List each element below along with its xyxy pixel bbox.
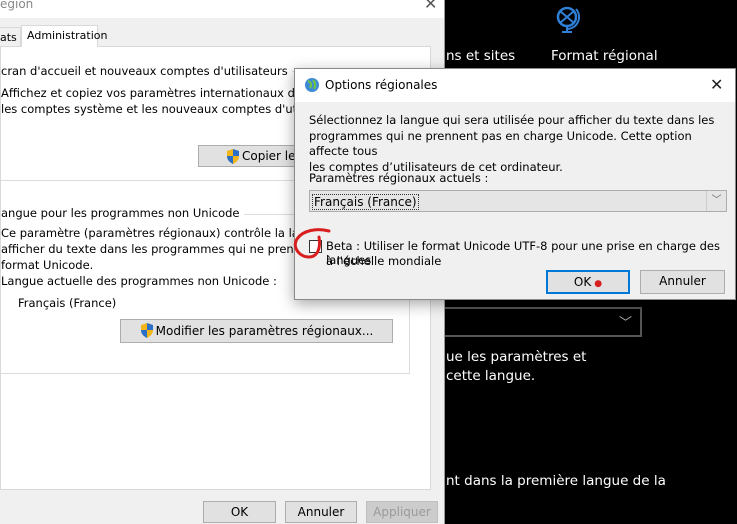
tab-formats[interactable]: ats xyxy=(0,27,21,48)
window-title: égion xyxy=(0,0,34,11)
ok-button[interactable]: OK xyxy=(203,501,276,523)
button-label: Copier les xyxy=(242,149,302,163)
title-bar: égion ✕ xyxy=(0,0,444,18)
utf8-beta-label[interactable]: à l'échelle mondiale xyxy=(326,254,441,268)
desc-text: format Unicode. xyxy=(1,258,94,272)
desc-text: Affichez et copiez vos paramètres intern… xyxy=(1,86,333,100)
current-language-label: Langue actuelle des programmes non Unico… xyxy=(1,274,277,288)
button-label: OK xyxy=(573,275,592,289)
ok-button[interactable]: OK ● xyxy=(546,270,630,294)
cancel-button[interactable]: Annuler xyxy=(285,501,357,523)
desc-text: Ce paramètre (paramètres régionaux) cont… xyxy=(1,226,328,240)
locale-value: Français (France) xyxy=(312,194,419,210)
current-language-value: Français (France) xyxy=(18,296,117,310)
locale-select[interactable]: Français (France) ﹀ xyxy=(309,190,727,212)
tab-administration[interactable]: Administration xyxy=(21,25,108,47)
group-label: angue pour les programmes non Unicode xyxy=(1,206,244,220)
red-circle-annotation xyxy=(293,228,331,259)
chevron-down-icon: ﹀ xyxy=(618,316,632,331)
chevron-down-icon[interactable]: ﹀ xyxy=(706,191,726,211)
nav-regional-format[interactable]: Format régional xyxy=(551,48,658,64)
description-line: programmes qui ne prennent pas en charge… xyxy=(309,128,692,159)
cancel-button[interactable]: Annuler xyxy=(640,270,725,294)
nav-languages-sites[interactable]: ns et sites xyxy=(446,48,515,64)
regional-options-dialog: Options régionales ✕ Sélectionnez la lan… xyxy=(293,68,736,300)
red-dot-annotation: ● xyxy=(594,279,603,289)
button-label: Modifier les paramètres régionaux... xyxy=(155,324,374,338)
locale-label: Paramètres régionaux actuels : xyxy=(309,171,489,185)
dialog-title: Options régionales xyxy=(325,78,438,92)
group-label: cran d'accueil et nouveaux comptes d'uti… xyxy=(1,64,292,78)
apply-button[interactable]: Appliquer xyxy=(366,501,438,523)
uac-shield-icon xyxy=(227,149,239,164)
description-line: Sélectionnez la langue qui sera utilisée… xyxy=(309,113,715,127)
globe-icon xyxy=(305,78,319,92)
description: Sélectionnez la langue qui sera utilisée… xyxy=(309,113,735,175)
settings-text: ue les paramètres et xyxy=(446,349,587,365)
desc-text: les comptes système et les nouveaux comp… xyxy=(1,102,332,116)
language-dropdown[interactable]: ﹀ xyxy=(436,307,642,337)
globe-icon xyxy=(556,6,581,33)
settings-text: nt dans la première langue de la xyxy=(446,473,666,489)
uac-shield-icon xyxy=(140,323,153,338)
settings-text: cette langue. xyxy=(446,368,536,384)
close-icon[interactable]: ✕ xyxy=(710,75,723,94)
change-locale-button[interactable]: Modifier les paramètres régionaux... xyxy=(120,319,393,343)
close-icon[interactable]: ✕ xyxy=(424,0,437,13)
desc-text: afficher du texte dans les programmes qu… xyxy=(1,242,320,256)
title-bar: Options régionales ✕ xyxy=(295,69,735,102)
